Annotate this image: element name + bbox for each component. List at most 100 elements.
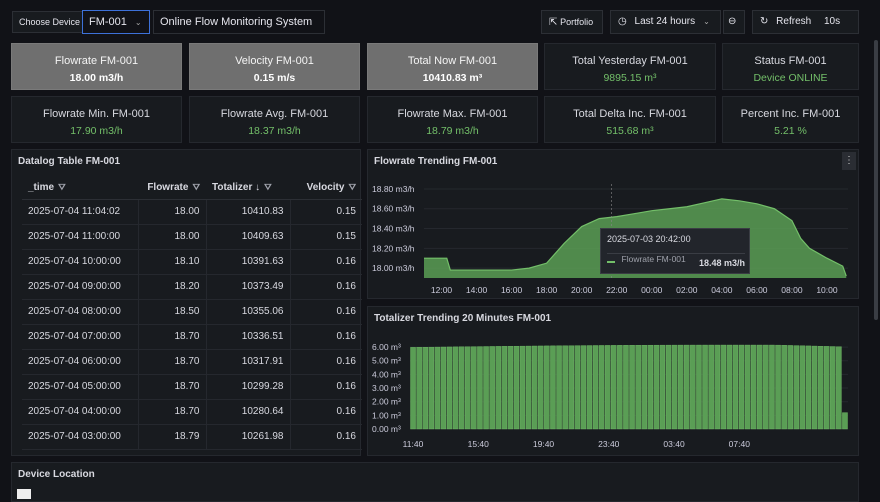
table-cell: 0.16 (289, 324, 362, 350)
portfolio-button[interactable]: ⇱ Portfolio (541, 10, 603, 34)
table-cell: 0.15 (289, 224, 362, 250)
table-cell: 2025-07-04 03:00:00 (22, 424, 138, 450)
totalizer-bar (647, 344, 654, 430)
table-header-row: _time ⛛ Flowrate ⛛ Totalizer ↓ ⛛ Velocity ⛛ (22, 176, 362, 200)
stat-flowrate-min: Flowrate Min. FM-001 17.90 m3/h (11, 96, 182, 143)
column-header-velocity[interactable]: Velocity ⛛ (290, 176, 362, 200)
zoom-out-button[interactable]: ⊖ (723, 10, 745, 34)
y-tick-label: 3.00 m³ (372, 383, 401, 393)
totalizer-bar (495, 346, 501, 430)
stat-title: Total Delta Inc. FM-001 (573, 108, 687, 120)
table-cell: 18.70 (137, 374, 206, 400)
table-row: 2025-07-04 04:00:00 18.70 10280.64 0.16 (22, 399, 362, 425)
device-variable-label: Choose Device (12, 11, 88, 33)
table-cell: 0.15 (289, 199, 362, 225)
filter-icon[interactable]: ⛛ (348, 182, 356, 192)
totalizer-bar (562, 345, 568, 430)
totalizer-bar (477, 346, 483, 430)
totalizer-bar (684, 344, 690, 430)
status-badge: Device ONLINE (753, 72, 828, 84)
x-tick-label: 10:00 (816, 285, 838, 295)
stat-value: 18.00 m3/h (69, 72, 124, 84)
table-cell: 2025-07-04 09:00:00 (22, 274, 138, 300)
x-tick-label: 22:00 (606, 285, 628, 295)
totalizer-bar (787, 345, 793, 430)
totalizer-bar (513, 345, 520, 430)
device-location-panel: Device Location (11, 462, 859, 502)
table-cell: 10391.63 (205, 249, 290, 275)
stat-flowrate: Flowrate FM-001 18.00 m3/h (11, 43, 182, 90)
x-tick-label: 19:40 (533, 439, 555, 449)
table-cell: 10280.64 (205, 399, 290, 425)
x-tick-label: 06:00 (746, 285, 768, 295)
portfolio-label: Portfolio (560, 17, 594, 27)
totalizer-bar (568, 345, 574, 430)
filter-icon[interactable]: ⛛ (192, 182, 200, 192)
x-tick-label: 07:40 (729, 439, 751, 449)
totalizer-bar (410, 347, 416, 430)
totalizer-bar (556, 345, 562, 430)
table-cell: 18.79 (137, 424, 206, 450)
panel-title: Datalog Table FM-001 (18, 156, 121, 167)
totalizer-bar (720, 344, 727, 430)
stat-title: Status FM-001 (754, 55, 827, 67)
y-tick-label: 18.40 m3/h (372, 224, 415, 234)
totalizer-bar (744, 344, 751, 430)
table-cell: 0.16 (289, 299, 362, 325)
totalizer-chart[interactable]: 0.00 m³ 1.00 m³ 2.00 m³ 3.00 m³ 4.00 m³ 5.00 … (368, 307, 858, 455)
totalizer-bar (434, 346, 441, 430)
table-cell: 10299.28 (205, 374, 290, 400)
chevron-down-icon: ⌄ (703, 17, 710, 26)
totalizer-bar (416, 347, 422, 430)
map-checkbox[interactable] (17, 489, 31, 499)
stat-flowrate-max: Flowrate Max. FM-001 18.79 m3/h (367, 96, 538, 143)
table-cell: 10409.63 (205, 224, 290, 250)
system-select[interactable]: Online Flow Monitoring System⌄ (153, 10, 325, 49)
x-tick-label: 12:00 (431, 285, 453, 295)
time-range-label: Last 24 hours (634, 16, 696, 27)
stat-value: 10410.83 m³ (422, 72, 483, 84)
refresh-button[interactable]: ↻ Refresh 10s⌄ (752, 10, 859, 48)
y-tick-label: 6.00 m³ (372, 342, 401, 352)
stat-value: 9895.15 m³ (603, 72, 657, 84)
table-row: 2025-07-04 06:00:00 18.70 10317.91 0.16 (22, 349, 362, 375)
table-row: 2025-07-04 05:00:00 18.70 10299.28 0.16 (22, 374, 362, 400)
totalizer-bar (750, 344, 757, 430)
flowrate-chart[interactable]: 18.00 m3/h 18.20 m3/h 18.40 m3/h 18.60 m3/h… (368, 150, 858, 298)
table-cell: 10336.51 (205, 324, 290, 350)
totalizer-bar (501, 346, 508, 430)
filter-icon[interactable]: ⛛ (264, 182, 272, 192)
totalizer-bar (550, 345, 556, 430)
x-tick-label: 08:00 (781, 285, 803, 295)
device-select[interactable]: FM-001 ⌄ (82, 10, 150, 34)
table-cell: 18.00 (137, 224, 206, 250)
time-range-picker[interactable]: ◷ Last 24 hours ⌄ (610, 10, 721, 34)
y-tick-label: 2.00 m³ (372, 397, 401, 407)
totalizer-bar (641, 345, 647, 430)
totalizer-bar (531, 345, 538, 430)
stat-status: Status FM-001 Device ONLINE (722, 43, 859, 90)
table-row: 2025-07-04 11:00:00 18.00 10409.63 0.15 (22, 224, 362, 250)
table-cell: 2025-07-04 04:00:00 (22, 399, 138, 425)
totalizer-bar (708, 344, 714, 430)
x-tick-label: 20:00 (571, 285, 593, 295)
totalizer-chart-panel: Totalizer Trending 20 Minutes FM-001 0.0… (367, 306, 859, 456)
stat-value: 5.21 % (774, 125, 807, 137)
series-swatch (607, 261, 615, 264)
table-cell: 18.00 (137, 199, 206, 225)
table-cell: 0.16 (289, 274, 362, 300)
table-cell: 0.16 (289, 374, 362, 400)
table-cell: 18.70 (137, 399, 206, 425)
page-scrollbar[interactable] (874, 40, 878, 320)
totalizer-bar (696, 344, 702, 430)
stat-title: Flowrate FM-001 (54, 55, 139, 67)
column-header-time[interactable]: _time ⛛ (22, 176, 138, 200)
x-tick-label: 04:00 (711, 285, 733, 295)
filter-icon[interactable]: ⛛ (58, 182, 66, 192)
table-cell: 10317.91 (205, 349, 290, 375)
tooltip-time: 2025-07-03 20:42:00 (607, 234, 691, 244)
column-header-flowrate[interactable]: Flowrate ⛛ (138, 176, 206, 200)
totalizer-bar (598, 345, 605, 430)
column-header-totalizer[interactable]: Totalizer ↓ ⛛ (206, 176, 290, 200)
refresh-label: Refresh (776, 16, 812, 27)
